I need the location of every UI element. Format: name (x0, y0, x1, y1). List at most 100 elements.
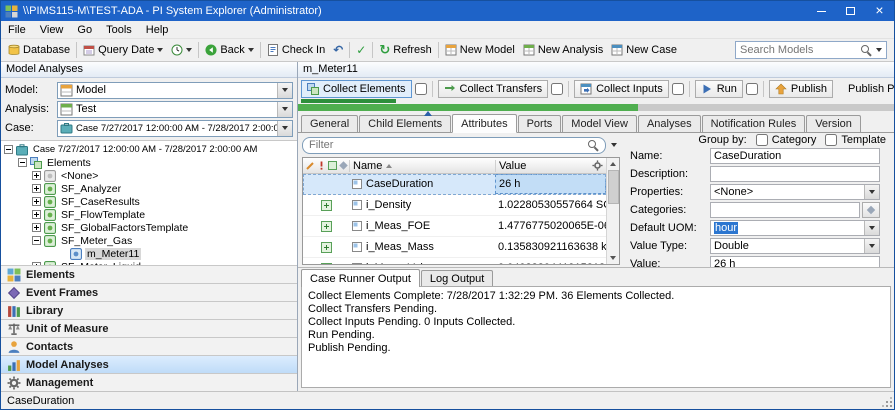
filter-options-icon[interactable] (611, 143, 617, 147)
search-input[interactable] (740, 44, 857, 56)
tab-case-runner-output[interactable]: Case Runner Output (301, 269, 420, 287)
tab-notification-rules[interactable]: Notification Rules (701, 115, 806, 132)
scroll-down-icon[interactable] (610, 256, 616, 260)
attribute-value-cell[interactable]: 1.4776775020065E-06 FO... (495, 216, 606, 236)
table-scrollbar[interactable] (606, 158, 619, 264)
expand-child-attributes-icon[interactable] (320, 262, 332, 264)
expand-icon[interactable] (32, 262, 41, 265)
table-row[interactable]: i_Meas_Volume 0.0402880441915213 k scf (303, 258, 606, 264)
tree-item-m-meter11[interactable]: m_Meter11 (1, 247, 297, 260)
tab-ports[interactable]: Ports (517, 115, 562, 132)
sidebar-item-event-frames[interactable]: Event Frames (1, 283, 297, 301)
collapse-icon[interactable] (4, 145, 13, 154)
collect-elements-button[interactable]: Collect Elements (301, 79, 412, 98)
table-row[interactable]: i_Meas_FOE 1.4776775020065E-06 FO... (303, 216, 606, 237)
attribute-name-cell[interactable]: i_Meas_Mass (349, 237, 495, 257)
tree-item-none[interactable]: <None> (1, 169, 297, 182)
table-row[interactable]: i_Meas_Mass 0.135830921163638 klb (303, 237, 606, 258)
group-by-category-checkbox[interactable] (755, 134, 768, 146)
scroll-up-icon[interactable] (610, 162, 616, 166)
sidebar-item-elements[interactable]: Elements (1, 265, 297, 283)
name-field[interactable] (710, 148, 880, 164)
case-dropdown-button[interactable] (277, 120, 292, 136)
resize-grip[interactable] (882, 397, 892, 407)
collect-transfers-checkbox[interactable] (551, 82, 564, 95)
search-options-icon[interactable] (876, 48, 882, 52)
description-field[interactable] (710, 166, 880, 182)
attribute-value-cell[interactable]: 0.135830921163638 klb (495, 237, 606, 257)
tab-model-view[interactable]: Model View (562, 115, 637, 132)
default-uom-dropdown-button[interactable] (864, 221, 879, 235)
attribute-value-cell[interactable]: 0.0402880441915213 k scf (495, 258, 606, 264)
attribute-name-cell[interactable]: i_Meas_FOE (349, 216, 495, 236)
value-field[interactable] (710, 256, 880, 267)
table-row[interactable]: CaseDuration 26 h (303, 174, 606, 195)
tree-item-sf-caseresults[interactable]: SF_CaseResults (1, 195, 297, 208)
tab-version[interactable]: Version (806, 115, 861, 132)
sidebar-item-unit-of-measure[interactable]: Unit of Measure (1, 319, 297, 337)
collapse-icon[interactable] (32, 236, 41, 245)
database-button[interactable]: Database (4, 42, 74, 58)
refresh-button[interactable]: Refresh (375, 40, 435, 60)
tree-item-sf-meter-gas[interactable]: SF_Meter_Gas (1, 234, 297, 247)
model-select[interactable]: Model (57, 81, 293, 99)
default-uom-select[interactable]: hour (710, 220, 880, 236)
time-options-button[interactable] (167, 42, 196, 58)
sidebar-item-library[interactable]: Library (1, 301, 297, 319)
collect-inputs-button[interactable]: Collect Inputs (574, 79, 669, 98)
name-column-header[interactable]: Name (349, 159, 495, 172)
run-checkbox[interactable] (745, 82, 758, 95)
sidebar-item-management[interactable]: Management (1, 373, 297, 391)
case-select[interactable]: Case 7/27/2017 12:00:00 AM - 7/28/2017 2… (57, 119, 293, 137)
tree-item-sf-analyzer[interactable]: SF_Analyzer (1, 182, 297, 195)
new-model-button[interactable]: New Model (441, 42, 519, 58)
analysis-dropdown-button[interactable] (277, 101, 292, 117)
run-button[interactable]: Run (694, 79, 743, 98)
menu-view[interactable]: View (33, 22, 71, 38)
search-icon[interactable] (861, 44, 872, 56)
attribute-name-cell[interactable]: i_Meas_Volume (349, 258, 495, 264)
check-in-button[interactable]: Check In (263, 42, 329, 58)
analysis-select[interactable]: Test (57, 100, 293, 118)
collect-transfers-button[interactable]: Collect Transfers (437, 79, 549, 98)
expand-child-attributes-icon[interactable] (320, 241, 332, 253)
close-button[interactable] (865, 1, 894, 21)
pencil-icon[interactable] (306, 161, 315, 170)
case-runner-output-content[interactable]: Collect Elements Complete: 7/28/2017 1:3… (301, 286, 891, 388)
tree-item-sf-globalfactorstemplate[interactable]: SF_GlobalFactorsTemplate (1, 221, 297, 234)
tab-child-elements[interactable]: Child Elements (359, 115, 452, 132)
undo-button[interactable] (329, 41, 347, 59)
tab-attributes[interactable]: Attributes (452, 114, 517, 133)
expand-icon[interactable] (32, 184, 41, 193)
expand-child-attributes-icon[interactable] (320, 199, 332, 211)
new-analysis-button[interactable]: New Analysis (519, 42, 607, 58)
properties-select[interactable]: <None> (710, 184, 880, 200)
publish-button[interactable]: Publish (768, 79, 833, 98)
menu-help[interactable]: Help (139, 22, 176, 38)
table-row[interactable]: i_Density 1.02280530557664 SG (303, 195, 606, 216)
exclamation-icon[interactable] (317, 161, 326, 170)
categories-field[interactable] (710, 202, 860, 218)
scrollbar-thumb[interactable] (607, 170, 619, 204)
tree-item-elements[interactable]: Elements (1, 156, 297, 169)
collect-elements-checkbox[interactable] (414, 82, 427, 95)
menu-tools[interactable]: Tools (99, 22, 139, 38)
expand-icon[interactable] (32, 223, 41, 232)
collect-inputs-checkbox[interactable] (671, 82, 684, 95)
collapse-icon[interactable] (18, 158, 27, 167)
category-icon[interactable] (339, 161, 348, 170)
expand-icon[interactable] (32, 171, 41, 180)
child-attributes-icon[interactable] (328, 161, 337, 170)
expand-icon[interactable] (32, 197, 41, 206)
sidebar-item-contacts[interactable]: Contacts (1, 337, 297, 355)
value-type-select[interactable]: Double (710, 238, 880, 254)
expand-icon[interactable] (32, 210, 41, 219)
tree-item-case-root[interactable]: Case 7/27/2017 12:00:00 AM - 7/28/2017 2… (1, 143, 297, 156)
attribute-name-cell[interactable]: CaseDuration (349, 174, 495, 194)
tree-item-sf-flowtemplate[interactable]: SF_FlowTemplate (1, 208, 297, 221)
group-by-template-checkbox[interactable] (825, 134, 838, 146)
apply-button[interactable] (352, 41, 370, 59)
expand-child-attributes-icon[interactable] (320, 220, 332, 232)
properties-dropdown-button[interactable] (864, 185, 879, 199)
title-bar[interactable]: \\PIMS115-M\TEST-ADA - PI System Explore… (1, 1, 894, 21)
